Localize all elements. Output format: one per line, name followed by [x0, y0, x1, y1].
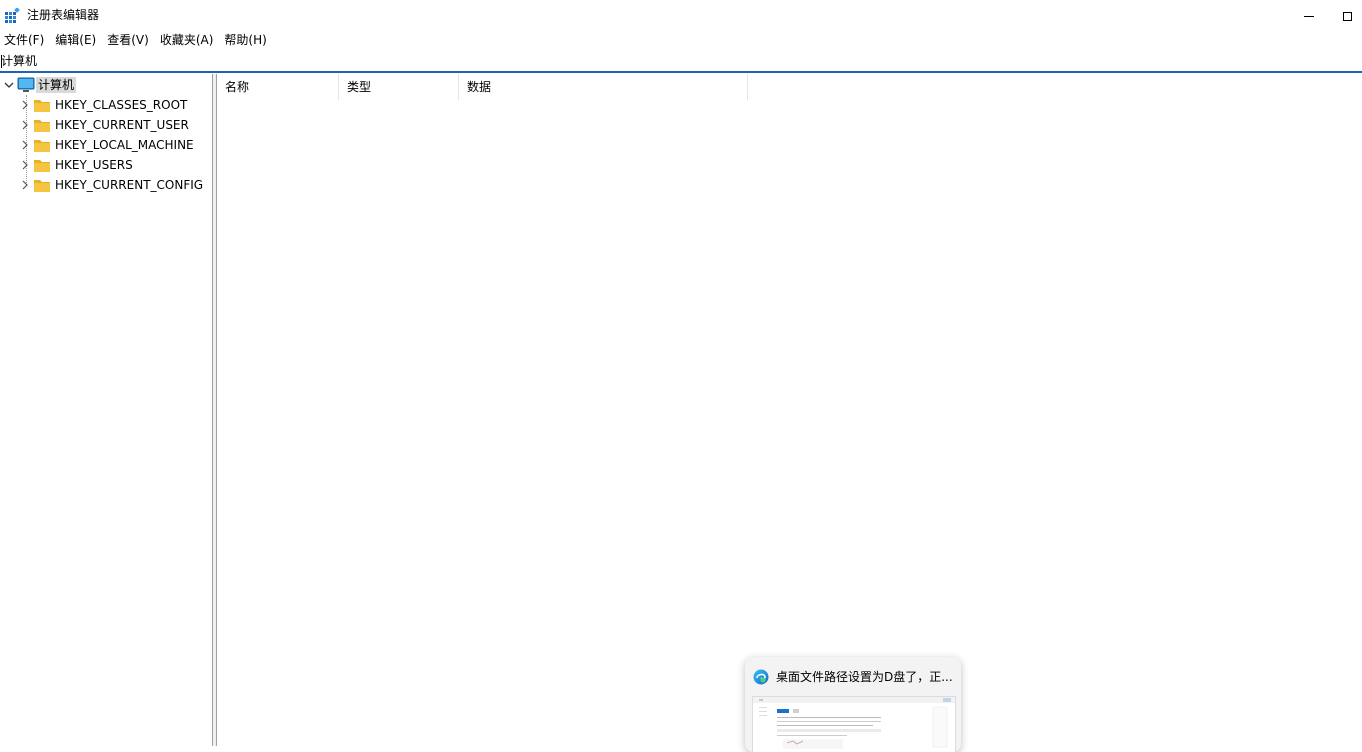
column-header-name[interactable]: 名称 — [217, 74, 339, 100]
computer-icon — [17, 77, 35, 92]
text-caret — [1, 55, 2, 68]
folder-icon — [34, 100, 50, 112]
minimize-button[interactable] — [1286, 0, 1332, 30]
taskbar-preview[interactable]: 桌面文件路径设置为D盘了，正... — [745, 657, 961, 752]
menu-file[interactable]: 文件(F) — [0, 31, 51, 50]
tree-item-hkcu[interactable]: HKEY_CURRENT_USER — [0, 115, 212, 135]
tree-item-hklm[interactable]: HKEY_LOCAL_MACHINE — [0, 135, 212, 155]
window-title: 注册表编辑器 — [27, 8, 100, 22]
column-header-label: 数据 — [467, 80, 492, 94]
folder-icon — [34, 120, 50, 132]
chevron-right-icon[interactable] — [20, 140, 30, 150]
menu-bar: 文件(F) 编辑(E) 查看(V) 收藏夹(A) 帮助(H) — [0, 31, 274, 50]
folder-icon — [34, 160, 50, 172]
menu-view[interactable]: 查看(V) — [103, 31, 156, 50]
column-header-label: 名称 — [225, 80, 250, 94]
folder-icon — [34, 140, 50, 152]
column-header-data[interactable]: 数据 — [459, 74, 748, 100]
column-header-type[interactable]: 类型 — [339, 74, 459, 100]
tree-item-computer[interactable]: 计算机 — [0, 75, 212, 95]
tree-item-hkcr[interactable]: HKEY_CLASSES_ROOT — [0, 95, 212, 115]
tree-item-hku[interactable]: HKEY_USERS — [0, 155, 212, 175]
maximize-button[interactable] — [1332, 0, 1362, 30]
regedit-window: 注册表编辑器 文件(F) 编辑(E) 查看(V) 收藏夹(A) 帮助(H) 计算… — [0, 0, 1362, 752]
preview-title: 桌面文件路径设置为D盘了，正... — [776, 670, 953, 684]
tree-item-hkcc[interactable]: HKEY_CURRENT_CONFIG — [0, 175, 212, 195]
tree-pane[interactable]: 计算机 HKEY_CLASSES_ROOT HKEY_CURRENT_USER — [0, 74, 213, 746]
tree-label[interactable]: HKEY_CLASSES_ROOT — [55, 97, 187, 113]
values-list[interactable]: 名称 类型 数据 — [216, 74, 1362, 746]
regedit-icon — [5, 8, 20, 23]
menu-edit[interactable]: 编辑(E) — [51, 31, 103, 50]
address-input[interactable]: 计算机 — [1, 54, 37, 69]
chevron-right-icon[interactable] — [20, 120, 30, 130]
minimize-icon — [1304, 15, 1314, 17]
tree-label[interactable]: HKEY_LOCAL_MACHINE — [55, 137, 194, 153]
edge-icon — [753, 669, 769, 685]
folder-icon — [34, 180, 50, 192]
tree-label[interactable]: HKEY_CURRENT_USER — [55, 117, 189, 133]
address-bar[interactable]: 计算机 — [0, 52, 1362, 73]
column-header-label: 类型 — [347, 80, 372, 94]
tree-label-computer[interactable]: 计算机 — [36, 77, 77, 93]
menu-help[interactable]: 帮助(H) — [220, 31, 273, 50]
menu-favorites[interactable]: 收藏夹(A) — [156, 31, 221, 50]
chevron-right-icon[interactable] — [20, 160, 30, 170]
chevron-down-icon[interactable] — [4, 80, 14, 90]
chevron-right-icon[interactable] — [20, 180, 30, 190]
tree-label[interactable]: HKEY_USERS — [55, 157, 133, 173]
title-bar[interactable]: 注册表编辑器 — [0, 0, 1362, 30]
maximize-icon — [1342, 11, 1352, 21]
preview-thumbnail — [752, 696, 956, 752]
tree-label[interactable]: HKEY_CURRENT_CONFIG — [55, 177, 203, 193]
chevron-right-icon[interactable] — [20, 100, 30, 110]
